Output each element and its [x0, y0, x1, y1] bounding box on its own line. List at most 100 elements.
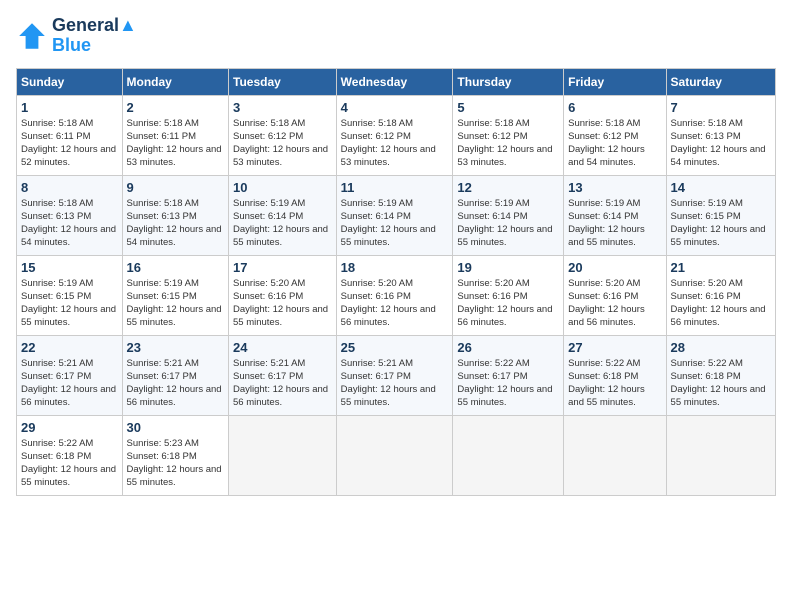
- calendar-cell: 16 Sunrise: 5:19 AM Sunset: 6:15 PM Dayl…: [122, 255, 228, 335]
- day-info: Sunrise: 5:18 AM Sunset: 6:11 PM Dayligh…: [127, 117, 224, 170]
- calendar-cell: 23 Sunrise: 5:21 AM Sunset: 6:17 PM Dayl…: [122, 335, 228, 415]
- day-info: Sunrise: 5:19 AM Sunset: 6:14 PM Dayligh…: [457, 197, 559, 250]
- day-number: 26: [457, 340, 559, 355]
- calendar-cell: [453, 415, 564, 495]
- logo-text: General▲ Blue: [52, 16, 137, 56]
- day-info: Sunrise: 5:19 AM Sunset: 6:14 PM Dayligh…: [568, 197, 661, 250]
- calendar-cell: 2 Sunrise: 5:18 AM Sunset: 6:11 PM Dayli…: [122, 95, 228, 175]
- calendar-cell: 30 Sunrise: 5:23 AM Sunset: 6:18 PM Dayl…: [122, 415, 228, 495]
- day-info: Sunrise: 5:18 AM Sunset: 6:13 PM Dayligh…: [671, 117, 771, 170]
- calendar-cell: 14 Sunrise: 5:19 AM Sunset: 6:15 PM Dayl…: [666, 175, 775, 255]
- calendar-cell: [229, 415, 337, 495]
- day-number: 27: [568, 340, 661, 355]
- calendar-cell: 25 Sunrise: 5:21 AM Sunset: 6:17 PM Dayl…: [336, 335, 453, 415]
- calendar-cell: 29 Sunrise: 5:22 AM Sunset: 6:18 PM Dayl…: [17, 415, 123, 495]
- day-number: 7: [671, 100, 771, 115]
- calendar-body: 1 Sunrise: 5:18 AM Sunset: 6:11 PM Dayli…: [17, 95, 776, 495]
- calendar-cell: [564, 415, 666, 495]
- calendar-cell: 12 Sunrise: 5:19 AM Sunset: 6:14 PM Dayl…: [453, 175, 564, 255]
- day-info: Sunrise: 5:23 AM Sunset: 6:18 PM Dayligh…: [127, 437, 224, 490]
- day-number: 29: [21, 420, 118, 435]
- calendar-cell: 28 Sunrise: 5:22 AM Sunset: 6:18 PM Dayl…: [666, 335, 775, 415]
- calendar-cell: 4 Sunrise: 5:18 AM Sunset: 6:12 PM Dayli…: [336, 95, 453, 175]
- day-number: 24: [233, 340, 332, 355]
- day-number: 19: [457, 260, 559, 275]
- day-info: Sunrise: 5:22 AM Sunset: 6:17 PM Dayligh…: [457, 357, 559, 410]
- calendar-cell: 11 Sunrise: 5:19 AM Sunset: 6:14 PM Dayl…: [336, 175, 453, 255]
- calendar-cell: 19 Sunrise: 5:20 AM Sunset: 6:16 PM Dayl…: [453, 255, 564, 335]
- day-info: Sunrise: 5:18 AM Sunset: 6:12 PM Dayligh…: [568, 117, 661, 170]
- day-number: 3: [233, 100, 332, 115]
- day-number: 25: [341, 340, 449, 355]
- day-info: Sunrise: 5:20 AM Sunset: 6:16 PM Dayligh…: [568, 277, 661, 330]
- day-info: Sunrise: 5:19 AM Sunset: 6:15 PM Dayligh…: [671, 197, 771, 250]
- day-info: Sunrise: 5:18 AM Sunset: 6:13 PM Dayligh…: [127, 197, 224, 250]
- day-number: 4: [341, 100, 449, 115]
- day-number: 21: [671, 260, 771, 275]
- calendar-cell: [666, 415, 775, 495]
- calendar-cell: 20 Sunrise: 5:20 AM Sunset: 6:16 PM Dayl…: [564, 255, 666, 335]
- page-header: General▲ Blue: [16, 16, 776, 56]
- day-number: 5: [457, 100, 559, 115]
- calendar-cell: 10 Sunrise: 5:19 AM Sunset: 6:14 PM Dayl…: [229, 175, 337, 255]
- day-info: Sunrise: 5:18 AM Sunset: 6:13 PM Dayligh…: [21, 197, 118, 250]
- day-info: Sunrise: 5:20 AM Sunset: 6:16 PM Dayligh…: [341, 277, 449, 330]
- day-info: Sunrise: 5:22 AM Sunset: 6:18 PM Dayligh…: [21, 437, 118, 490]
- logo-icon: [16, 20, 48, 52]
- day-number: 18: [341, 260, 449, 275]
- day-info: Sunrise: 5:18 AM Sunset: 6:12 PM Dayligh…: [341, 117, 449, 170]
- calendar-cell: 6 Sunrise: 5:18 AM Sunset: 6:12 PM Dayli…: [564, 95, 666, 175]
- calendar-cell: 1 Sunrise: 5:18 AM Sunset: 6:11 PM Dayli…: [17, 95, 123, 175]
- day-number: 22: [21, 340, 118, 355]
- day-number: 23: [127, 340, 224, 355]
- column-header-friday: Friday: [564, 68, 666, 95]
- header-row: SundayMondayTuesdayWednesdayThursdayFrid…: [17, 68, 776, 95]
- calendar-cell: 3 Sunrise: 5:18 AM Sunset: 6:12 PM Dayli…: [229, 95, 337, 175]
- day-number: 9: [127, 180, 224, 195]
- column-header-monday: Monday: [122, 68, 228, 95]
- day-info: Sunrise: 5:20 AM Sunset: 6:16 PM Dayligh…: [457, 277, 559, 330]
- column-header-sunday: Sunday: [17, 68, 123, 95]
- day-info: Sunrise: 5:18 AM Sunset: 6:12 PM Dayligh…: [457, 117, 559, 170]
- calendar-table: SundayMondayTuesdayWednesdayThursdayFrid…: [16, 68, 776, 496]
- day-number: 15: [21, 260, 118, 275]
- day-info: Sunrise: 5:21 AM Sunset: 6:17 PM Dayligh…: [127, 357, 224, 410]
- calendar-week-5: 29 Sunrise: 5:22 AM Sunset: 6:18 PM Dayl…: [17, 415, 776, 495]
- day-info: Sunrise: 5:21 AM Sunset: 6:17 PM Dayligh…: [21, 357, 118, 410]
- column-header-thursday: Thursday: [453, 68, 564, 95]
- day-number: 14: [671, 180, 771, 195]
- day-number: 30: [127, 420, 224, 435]
- calendar-week-4: 22 Sunrise: 5:21 AM Sunset: 6:17 PM Dayl…: [17, 335, 776, 415]
- calendar-week-3: 15 Sunrise: 5:19 AM Sunset: 6:15 PM Dayl…: [17, 255, 776, 335]
- column-header-saturday: Saturday: [666, 68, 775, 95]
- calendar-cell: 13 Sunrise: 5:19 AM Sunset: 6:14 PM Dayl…: [564, 175, 666, 255]
- day-number: 10: [233, 180, 332, 195]
- calendar-cell: 5 Sunrise: 5:18 AM Sunset: 6:12 PM Dayli…: [453, 95, 564, 175]
- day-info: Sunrise: 5:18 AM Sunset: 6:11 PM Dayligh…: [21, 117, 118, 170]
- day-number: 6: [568, 100, 661, 115]
- calendar-cell: 18 Sunrise: 5:20 AM Sunset: 6:16 PM Dayl…: [336, 255, 453, 335]
- calendar-cell: 26 Sunrise: 5:22 AM Sunset: 6:17 PM Dayl…: [453, 335, 564, 415]
- calendar-cell: 27 Sunrise: 5:22 AM Sunset: 6:18 PM Dayl…: [564, 335, 666, 415]
- day-number: 16: [127, 260, 224, 275]
- day-info: Sunrise: 5:19 AM Sunset: 6:15 PM Dayligh…: [127, 277, 224, 330]
- calendar-cell: 7 Sunrise: 5:18 AM Sunset: 6:13 PM Dayli…: [666, 95, 775, 175]
- day-number: 12: [457, 180, 559, 195]
- day-number: 17: [233, 260, 332, 275]
- day-info: Sunrise: 5:21 AM Sunset: 6:17 PM Dayligh…: [341, 357, 449, 410]
- day-number: 8: [21, 180, 118, 195]
- day-info: Sunrise: 5:20 AM Sunset: 6:16 PM Dayligh…: [671, 277, 771, 330]
- day-info: Sunrise: 5:20 AM Sunset: 6:16 PM Dayligh…: [233, 277, 332, 330]
- calendar-week-1: 1 Sunrise: 5:18 AM Sunset: 6:11 PM Dayli…: [17, 95, 776, 175]
- day-number: 28: [671, 340, 771, 355]
- day-number: 20: [568, 260, 661, 275]
- day-info: Sunrise: 5:19 AM Sunset: 6:14 PM Dayligh…: [341, 197, 449, 250]
- column-header-tuesday: Tuesday: [229, 68, 337, 95]
- day-info: Sunrise: 5:22 AM Sunset: 6:18 PM Dayligh…: [568, 357, 661, 410]
- day-info: Sunrise: 5:22 AM Sunset: 6:18 PM Dayligh…: [671, 357, 771, 410]
- day-info: Sunrise: 5:19 AM Sunset: 6:15 PM Dayligh…: [21, 277, 118, 330]
- day-info: Sunrise: 5:19 AM Sunset: 6:14 PM Dayligh…: [233, 197, 332, 250]
- day-number: 2: [127, 100, 224, 115]
- day-number: 1: [21, 100, 118, 115]
- calendar-cell: 24 Sunrise: 5:21 AM Sunset: 6:17 PM Dayl…: [229, 335, 337, 415]
